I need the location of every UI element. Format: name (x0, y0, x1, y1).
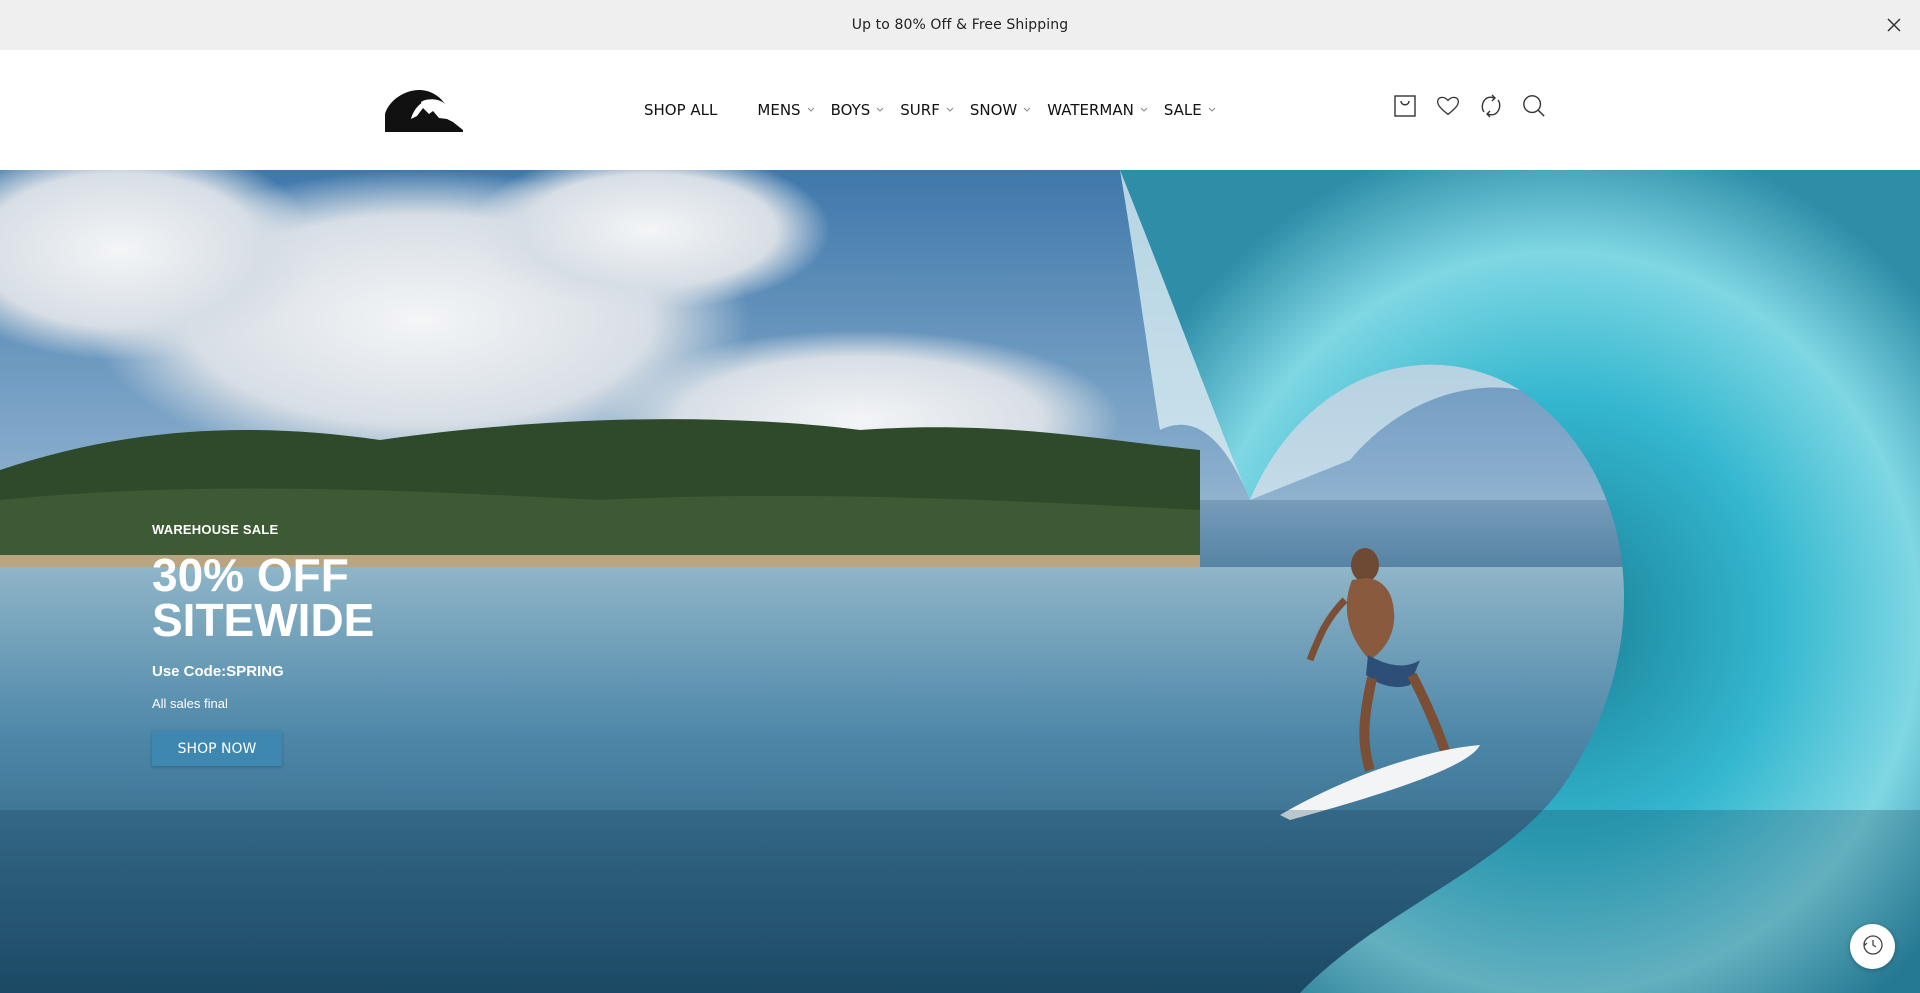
hero-copy: WAREHOUSE SALE 30% OFF SITEWIDE Use Code… (152, 522, 472, 766)
quiksilver-logo[interactable] (383, 86, 465, 134)
history-icon (1862, 934, 1884, 960)
nav-sale[interactable]: SALE (1164, 90, 1216, 130)
nav-boys[interactable]: BOYS (831, 90, 885, 130)
nav-label: SALE (1163, 101, 1202, 119)
nav-label: SNOW (969, 101, 1018, 119)
nav-label: MENS (757, 101, 801, 119)
hero-headline: 30% OFF SITEWIDE (152, 549, 375, 646)
cart-icon[interactable] (1393, 94, 1417, 118)
nav-shop-all[interactable]: SHOP ALL (644, 90, 717, 130)
chevron-down-icon (807, 106, 815, 114)
main-nav: SHOP ALL MENS BOYS SURF SNOW WATERMAN SA… (644, 50, 1216, 170)
nav-mens[interactable]: MENS (757, 90, 814, 130)
hero-eyebrow: WAREHOUSE SALE (152, 522, 279, 537)
hero-banner: WAREHOUSE SALE 30% OFF SITEWIDE Use Code… (0, 170, 1920, 993)
nav-label: WATERMAN (1047, 101, 1134, 119)
chevron-down-icon (1208, 106, 1216, 114)
announcement-bar: Up to 80% Off & Free Shipping (0, 0, 1920, 50)
nav-surf[interactable]: SURF (900, 90, 954, 130)
promo-code-line: Use Code:SPRING (152, 663, 284, 680)
chevron-down-icon (1023, 106, 1031, 114)
announcement-text: Up to 80% Off & Free Shipping (851, 17, 1069, 33)
chevron-down-icon (1140, 106, 1148, 114)
nav-snow[interactable]: SNOW (970, 90, 1031, 130)
history-button[interactable] (1850, 924, 1895, 969)
header-icons (1393, 94, 1546, 118)
nav-label: SHOP ALL (644, 101, 718, 119)
nav-waterman[interactable]: WATERMAN (1047, 90, 1148, 130)
shop-now-button[interactable]: SHOP NOW (152, 731, 282, 766)
heart-icon[interactable] (1436, 94, 1460, 118)
compare-icon[interactable] (1479, 94, 1503, 118)
sale-note: All sales final (152, 696, 228, 711)
chevron-down-icon (946, 106, 954, 114)
search-icon[interactable] (1522, 94, 1546, 118)
chevron-down-icon (876, 106, 884, 114)
nav-label: SURF (900, 101, 940, 119)
site-header: SHOP ALL MENS BOYS SURF SNOW WATERMAN SA… (0, 50, 1920, 170)
nav-label: BOYS (830, 101, 871, 119)
close-icon[interactable] (1882, 13, 1906, 37)
